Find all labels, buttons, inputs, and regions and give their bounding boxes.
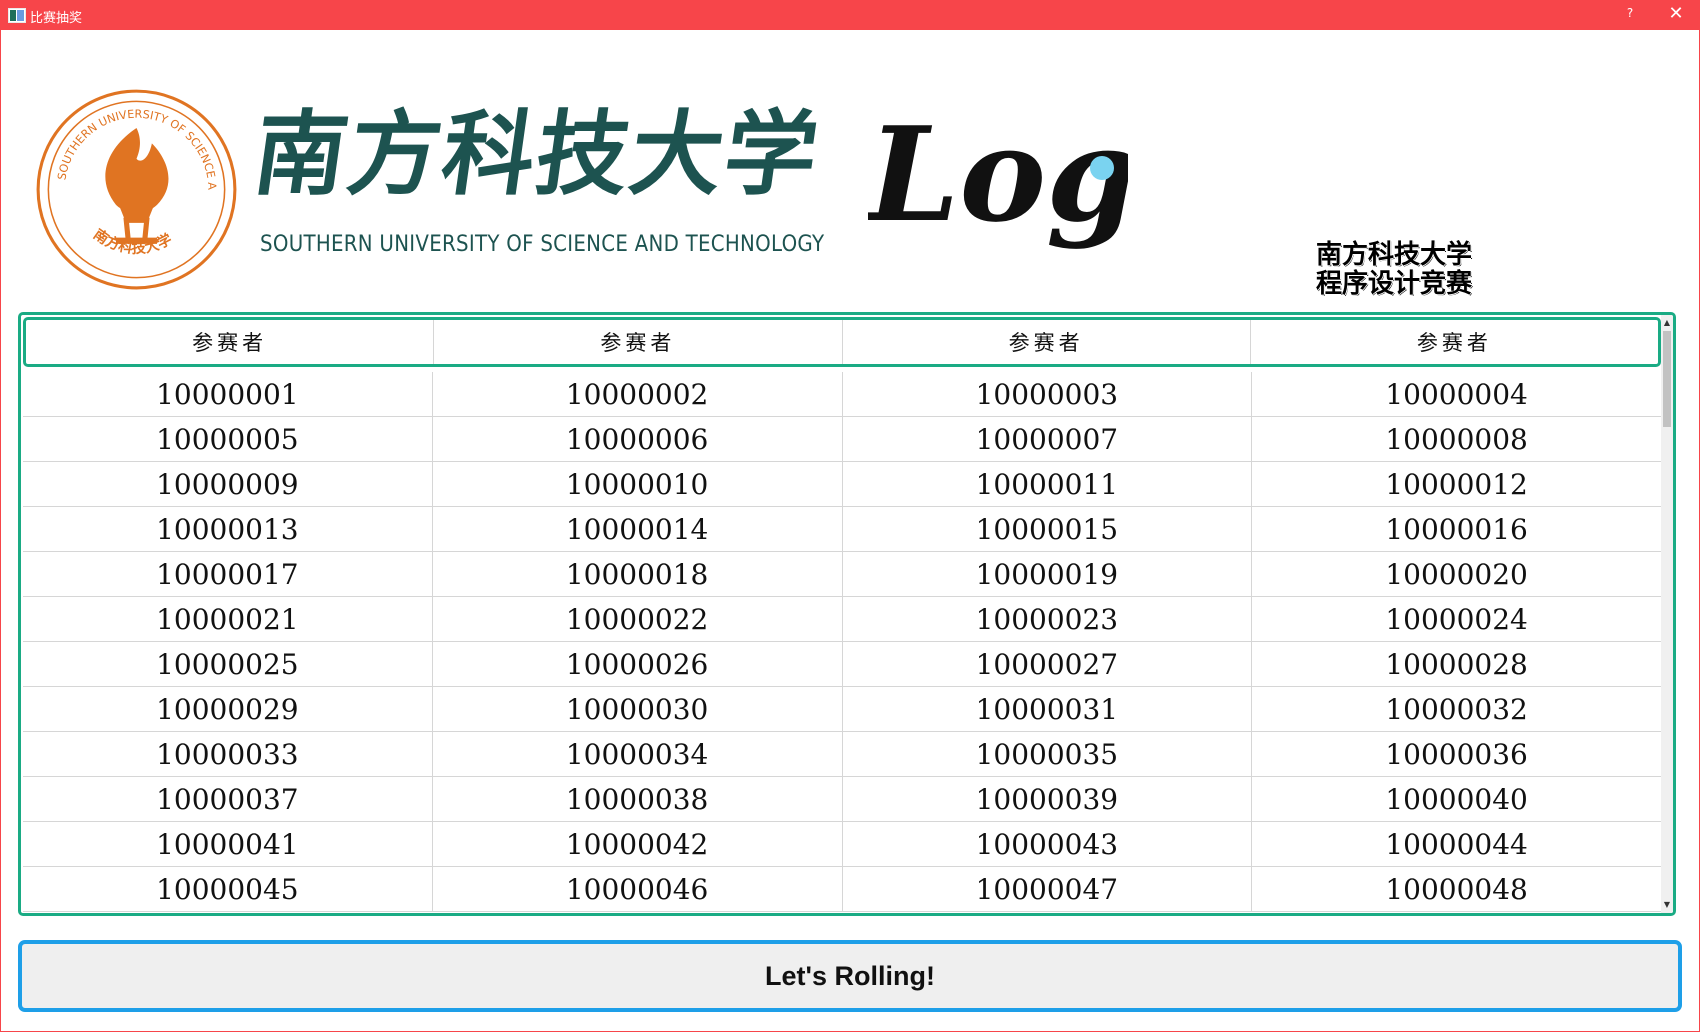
table-cell[interactable]: 10000027 [841,642,1252,686]
table-cell[interactable]: 10000004 [1251,372,1661,416]
table-cell[interactable]: 10000009 [23,462,432,506]
roll-button[interactable]: Let's Rolling! [18,940,1682,1012]
table-cell[interactable]: 10000046 [431,867,842,911]
table-cell[interactable]: 10000006 [431,417,842,461]
table-cell[interactable]: 10000042 [431,822,842,866]
table-cell[interactable]: 10000018 [431,552,842,596]
logo-wordmark: Logo [868,98,1128,251]
table-cell[interactable]: 10000033 [23,732,432,776]
table-row: 10000005 10000006 10000007 10000008 [23,417,1661,462]
table-cell[interactable]: 10000045 [23,867,432,911]
table-cell[interactable]: 10000002 [431,372,842,416]
table-cell[interactable]: 10000035 [841,732,1252,776]
logo-text: Logo [868,98,1128,251]
table-cell[interactable]: 10000028 [1251,642,1661,686]
column-header[interactable]: 参赛者 [841,320,1250,364]
table-cell[interactable]: 10000012 [1251,462,1661,506]
close-button[interactable]: ✕ [1665,3,1687,25]
scrollbar-thumb[interactable] [1663,331,1671,427]
table-cell[interactable]: 10000037 [23,777,432,821]
table-row: 10000029 10000030 10000031 10000032 [23,687,1661,732]
table-scrollbar[interactable]: ▲ ▼ [1661,315,1673,913]
table-cell[interactable]: 10000019 [841,552,1252,596]
table-cell[interactable]: 10000017 [23,552,432,596]
table-cell[interactable]: 10000008 [1251,417,1661,461]
table-cell[interactable]: 10000005 [23,417,432,461]
table-row: 10000041 10000042 10000043 10000044 [23,822,1661,867]
window-title: 比赛抽奖 [30,11,83,26]
table-cell[interactable]: 10000026 [431,642,842,686]
university-name-cn: 南方科技大学 [247,100,827,208]
table-cell[interactable]: 10000001 [23,372,432,416]
scroll-down-arrow-icon[interactable]: ▼ [1661,899,1673,911]
column-header[interactable]: 参赛者 [433,320,841,364]
table-cell[interactable]: 10000021 [23,597,432,641]
university-name-en: SOUTHERN UNIVERSITY OF SCIENCE AND TECHN… [260,232,825,257]
table-cell[interactable]: 10000013 [23,507,432,551]
table-cell[interactable]: 10000039 [841,777,1252,821]
university-seal-logo: SOUTHERN UNIVERSITY OF SCIENCE AND TECHN… [34,87,237,290]
table-cell[interactable]: 10000014 [431,507,842,551]
participants-table: 参赛者 参赛者 参赛者 参赛者 10000001 10000002 100000… [18,312,1676,916]
table-cell[interactable]: 10000036 [1251,732,1661,776]
scroll-up-arrow-icon[interactable]: ▲ [1661,317,1673,329]
table-row: 10000001 10000002 10000003 10000004 [23,372,1661,417]
table-cell[interactable]: 10000022 [431,597,842,641]
logo-dot [1090,156,1114,180]
table-cell[interactable]: 10000030 [431,687,842,731]
table-row: 10000021 10000022 10000023 10000024 [23,597,1661,642]
title-bar: 比赛抽奖 ? ✕ [0,0,1700,30]
table-cell[interactable]: 10000010 [431,462,842,506]
table-row: 10000009 10000010 10000011 10000012 [23,462,1661,507]
table-cell[interactable]: 10000011 [841,462,1252,506]
table-cell[interactable]: 10000016 [1251,507,1661,551]
table-cell[interactable]: 10000041 [23,822,432,866]
column-header[interactable]: 参赛者 [1249,320,1658,364]
app-icon [8,8,26,23]
table-cell[interactable]: 10000031 [841,687,1252,731]
table-row: 10000017 10000018 10000019 10000020 [23,552,1661,597]
table-cell[interactable]: 10000044 [1251,822,1661,866]
table-cell[interactable]: 10000047 [841,867,1252,911]
window-border-left [0,30,1,1032]
table-row: 10000025 10000026 10000027 10000028 [23,642,1661,687]
table-cell[interactable]: 10000032 [1251,687,1661,731]
table-body: 10000001 10000002 10000003 10000004 1000… [23,372,1661,912]
table-cell[interactable]: 10000023 [841,597,1252,641]
table-header-row: 参赛者 参赛者 参赛者 参赛者 [23,317,1661,367]
table-cell[interactable]: 10000034 [431,732,842,776]
help-button[interactable]: ? [1621,6,1639,24]
table-row: 10000013 10000014 10000015 10000016 [23,507,1661,552]
table-cell[interactable]: 10000024 [1251,597,1661,641]
table-cell[interactable]: 10000007 [841,417,1252,461]
table-cell[interactable]: 10000015 [841,507,1252,551]
table-cell[interactable]: 10000003 [841,372,1252,416]
table-row: 10000033 10000034 10000035 10000036 [23,732,1661,777]
table-cell[interactable]: 10000048 [1251,867,1661,911]
column-header[interactable]: 参赛者 [26,320,433,364]
table-cell[interactable]: 10000025 [23,642,432,686]
table-cell[interactable]: 10000029 [23,687,432,731]
table-cell[interactable]: 10000020 [1251,552,1661,596]
table-cell[interactable]: 10000043 [841,822,1252,866]
contest-title-line-1: 南方科技大学 [1316,240,1473,270]
table-row: 10000045 10000046 10000047 10000048 [23,867,1661,912]
table-cell[interactable]: 10000038 [431,777,842,821]
contest-title: 南方科技大学 程序设计竞赛 [1316,241,1472,299]
table-cell[interactable]: 10000040 [1251,777,1661,821]
table-row: 10000037 10000038 10000039 10000040 [23,777,1661,822]
contest-title-line-2: 程序设计竞赛 [1316,269,1473,299]
